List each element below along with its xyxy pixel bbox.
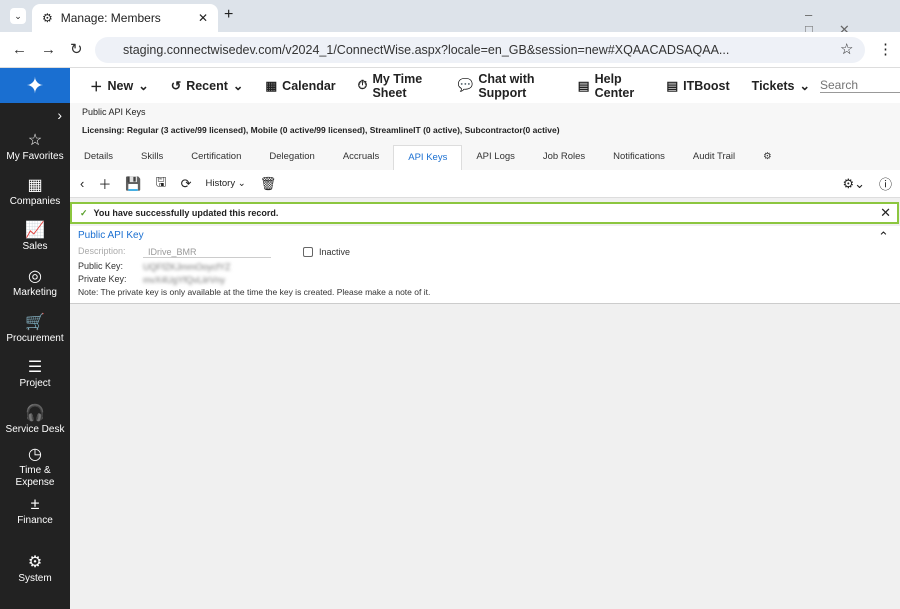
clock-icon: ◷ bbox=[28, 446, 42, 463]
sidebar-item-marketing[interactable]: ◎ Marketing bbox=[0, 268, 70, 299]
tab-skills[interactable]: Skills bbox=[127, 145, 177, 170]
tab-list-button[interactable]: ⌄ bbox=[10, 8, 26, 24]
nav-recent[interactable]: ↺ Recent ⌄ bbox=[171, 78, 244, 94]
settings-dropdown-icon[interactable]: ⚙⌄ bbox=[842, 176, 865, 192]
tab-job-roles[interactable]: Job Roles bbox=[529, 145, 599, 170]
nav-time-sheet[interactable]: ⏱ My Time Sheet bbox=[358, 72, 436, 100]
target-icon: ◎ bbox=[28, 268, 42, 285]
collapse-icon[interactable]: ⌃ bbox=[878, 229, 889, 245]
connectwise-logo[interactable]: ✦ bbox=[0, 68, 70, 103]
sidebar-item-my-favorites[interactable]: ☆ My Favorites bbox=[0, 132, 70, 163]
tab-title: Manage: Members bbox=[60, 11, 161, 25]
licensing-info: Licensing: Regular (3 active/99 licensed… bbox=[82, 125, 560, 135]
tab-delegation[interactable]: Delegation bbox=[255, 145, 328, 170]
history-dropdown[interactable]: History ⌄ bbox=[206, 178, 246, 189]
save-and-close-icon[interactable]: 🖫 bbox=[156, 173, 167, 195]
refresh-icon[interactable]: ⟳ bbox=[181, 176, 192, 192]
nav-buttons[interactable]: ←→↻ bbox=[12, 40, 97, 58]
sidebar-item-companies[interactable]: ▦ Companies bbox=[0, 177, 70, 208]
sidebar-item-time-expense[interactable]: ◷ Time & Expense bbox=[0, 446, 70, 489]
panel-title: Public API Key bbox=[78, 230, 144, 241]
nav-tickets[interactable]: Tickets ⌄ bbox=[752, 78, 810, 94]
toolbar: ‹ ＋ 💾 🖫 ⟳ History ⌄ 🗑 ⚙⌄ ⓘ bbox=[70, 170, 900, 198]
building-icon: ▦ bbox=[27, 177, 43, 194]
page-title: Public API Keys bbox=[82, 107, 146, 117]
nav-itboost[interactable]: ▤ ITBoost bbox=[666, 78, 729, 94]
private-key-label: Private Key: bbox=[78, 274, 127, 284]
public-key-value: UQFfZKJmmOoycfYZ bbox=[143, 262, 231, 272]
sidebar-item-finance[interactable]: ± Finance bbox=[0, 496, 70, 527]
description-field[interactable]: IDrive_BMR bbox=[143, 247, 271, 258]
tab-settings-gear-icon[interactable]: ⚙ bbox=[749, 145, 786, 170]
check-icon: ✓ bbox=[80, 207, 88, 218]
close-tab-icon[interactable]: ✕ bbox=[198, 11, 208, 25]
sidebar: › ☆ My Favorites ▦ Companies 📈 Sales ◎ Marke… bbox=[0, 103, 70, 609]
tab-accruals[interactable]: Accruals bbox=[329, 145, 393, 170]
nav-help-center[interactable]: ▤ Help Center bbox=[578, 72, 645, 100]
expand-sidebar-icon[interactable]: › bbox=[0, 108, 70, 122]
url-bar[interactable]: staging.connectwisedev.com/v2024_1/Conne… bbox=[95, 37, 865, 63]
new-tab-button[interactable]: + bbox=[224, 6, 233, 24]
save-icon[interactable]: 💾 bbox=[125, 176, 141, 192]
nav-chat-support[interactable]: 💬 Chat with Support bbox=[458, 72, 556, 100]
tab-api-logs[interactable]: API Logs bbox=[462, 145, 529, 170]
calculator-icon: ± bbox=[30, 496, 40, 513]
close-message-icon[interactable]: ✕ bbox=[880, 205, 891, 221]
bookmark-star-icon[interactable]: ☆ bbox=[840, 40, 853, 58]
headset-icon: 🎧 bbox=[25, 405, 45, 422]
tab-bar: Details Skills Certification Delegation … bbox=[70, 145, 786, 170]
public-key-label: Public Key: bbox=[78, 261, 124, 271]
inactive-label: Inactive bbox=[319, 247, 351, 257]
browser-tab[interactable]: ⚙ Manage: Members ✕ bbox=[32, 4, 218, 32]
sidebar-item-service-desk[interactable]: 🎧 Service Desk bbox=[0, 405, 70, 436]
tab-details[interactable]: Details bbox=[70, 145, 127, 170]
add-icon[interactable]: ＋ bbox=[98, 174, 111, 193]
sidebar-item-procurement[interactable]: 🛒 Procurement bbox=[0, 314, 70, 345]
url-text: staging.connectwisedev.com/v2024_1/Conne… bbox=[123, 43, 730, 57]
cart-icon: 🛒 bbox=[25, 314, 45, 331]
sidebar-item-system[interactable]: ⚙ System bbox=[0, 554, 70, 585]
menu-icon[interactable]: ⋮ bbox=[878, 40, 893, 58]
sidebar-item-sales[interactable]: 📈 Sales bbox=[0, 222, 70, 253]
sidebar-item-project[interactable]: ☰ Project bbox=[0, 359, 70, 390]
star-icon: ☆ bbox=[27, 132, 43, 149]
search-input[interactable] bbox=[820, 78, 900, 93]
help-icon[interactable]: ⓘ bbox=[879, 174, 892, 193]
top-nav: ＋ New ⌄ ↺ Recent ⌄ ▦ Calendar ⏱ My Time … bbox=[70, 68, 900, 103]
success-message: ✓ You have successfully updated this reco… bbox=[70, 202, 899, 224]
delete-icon[interactable]: 🗑 bbox=[260, 176, 277, 192]
tab-certification[interactable]: Certification bbox=[177, 145, 255, 170]
back-icon[interactable]: ‹ bbox=[80, 176, 84, 191]
chart-icon: 📈 bbox=[25, 222, 45, 239]
private-key-note: Note: The private key is only available … bbox=[78, 287, 431, 297]
description-label: Description: bbox=[78, 246, 126, 256]
tab-api-keys[interactable]: API Keys bbox=[393, 145, 463, 170]
nav-calendar[interactable]: ▦ Calendar bbox=[265, 78, 335, 94]
private-key-value: mvX4UgYfQvLiirVny bbox=[143, 275, 226, 285]
gantt-icon: ☰ bbox=[27, 359, 43, 376]
tab-notifications[interactable]: Notifications bbox=[599, 145, 679, 170]
tab-audit-trail[interactable]: Audit Trail bbox=[679, 145, 749, 170]
gear-icon: ⚙ bbox=[27, 554, 43, 571]
inactive-checkbox[interactable] bbox=[303, 247, 313, 257]
gear-icon: ⚙ bbox=[42, 11, 53, 25]
nav-new[interactable]: ＋ New ⌄ bbox=[90, 76, 149, 95]
